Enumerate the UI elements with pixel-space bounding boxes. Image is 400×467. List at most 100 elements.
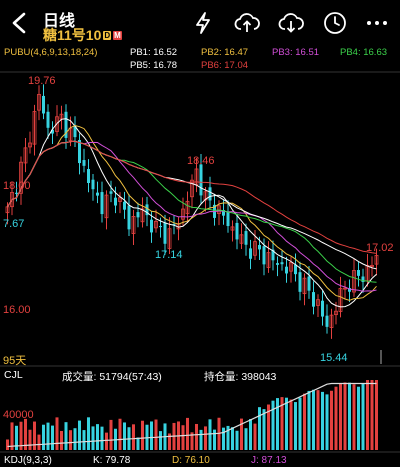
candle-body bbox=[226, 211, 230, 227]
candle-body bbox=[321, 300, 324, 317]
volume-bar bbox=[69, 430, 72, 450]
volume-bar bbox=[6, 439, 9, 450]
volume-bar bbox=[123, 422, 126, 450]
volume-bar bbox=[271, 400, 275, 450]
peak-price-label: 18.46 bbox=[187, 155, 215, 167]
volume-bar bbox=[78, 420, 81, 450]
last-price-label: 17.02 bbox=[366, 242, 394, 254]
candle-body bbox=[294, 264, 297, 275]
candle-body bbox=[114, 197, 117, 206]
volume-bar bbox=[285, 397, 288, 450]
volume-bar bbox=[343, 382, 347, 450]
volume-bar bbox=[28, 429, 32, 450]
kdj-k-value: K: 79.78 bbox=[93, 455, 131, 466]
volume-bar bbox=[366, 380, 369, 450]
candle-body bbox=[127, 205, 131, 230]
candle-body bbox=[87, 168, 90, 183]
pb6-value: PB6: 17.04 bbox=[201, 60, 249, 71]
candle-body bbox=[199, 164, 203, 196]
volume-bar bbox=[186, 417, 189, 450]
candle-body bbox=[280, 262, 284, 265]
volume-bar bbox=[150, 421, 153, 450]
volume-bar bbox=[204, 426, 207, 450]
candle-body bbox=[262, 246, 266, 265]
volume-bar bbox=[276, 398, 279, 450]
candle-body bbox=[82, 160, 86, 166]
high-price-label: 19.76 bbox=[28, 75, 56, 87]
pb1-value: PB1: 16.52 bbox=[130, 47, 178, 58]
moving-average-lines bbox=[7, 118, 377, 308]
volume-bar bbox=[141, 420, 144, 450]
candle-body bbox=[258, 244, 261, 250]
pb2-value: PB2: 16.47 bbox=[201, 47, 249, 58]
volume-bar bbox=[82, 430, 86, 450]
kdj-label: KDJ(9,3,3) bbox=[4, 455, 52, 466]
candle-body bbox=[159, 225, 162, 228]
candle-body bbox=[78, 139, 81, 164]
volume-bar bbox=[46, 422, 50, 450]
candle-body bbox=[42, 95, 45, 114]
volume-bar bbox=[249, 419, 252, 450]
kline-chart[interactable] bbox=[0, 0, 400, 467]
volume-bar bbox=[51, 425, 54, 450]
candle-body bbox=[285, 266, 288, 274]
volume-bar bbox=[258, 407, 261, 450]
pb5-value: PB5: 16.78 bbox=[130, 60, 178, 71]
volume-value: 成交量: 51794(57:43) bbox=[62, 371, 162, 383]
volume-bar bbox=[348, 382, 351, 450]
volume-bar bbox=[37, 434, 41, 450]
open-interest-value: 持仓量: 398043 bbox=[204, 371, 277, 383]
volume-bar bbox=[73, 428, 77, 450]
volume-bar bbox=[105, 432, 108, 450]
candle-body bbox=[163, 222, 167, 244]
volume-bar bbox=[339, 383, 342, 450]
volume-bar bbox=[361, 383, 365, 450]
candle-body bbox=[276, 263, 279, 265]
volume-bar bbox=[253, 423, 257, 450]
volume-bar bbox=[181, 425, 185, 450]
volume-bar bbox=[330, 390, 333, 450]
candle-body bbox=[91, 179, 95, 190]
days-count-label: 95天 bbox=[3, 355, 27, 367]
volume-bar bbox=[118, 418, 122, 450]
candle-body bbox=[123, 201, 126, 210]
volume-bar bbox=[87, 417, 90, 450]
volume-bar bbox=[334, 386, 338, 450]
pubu-indicator-label: PUBU(4,6,9,13,18,24) bbox=[4, 47, 98, 58]
pb4-value: PB4: 16.63 bbox=[340, 47, 388, 58]
ma-line-2 bbox=[7, 124, 377, 301]
volume-bar bbox=[109, 419, 113, 450]
price-level-18: 18.00 bbox=[3, 180, 31, 192]
volume-bar bbox=[222, 427, 225, 450]
candle-body bbox=[307, 276, 311, 291]
candle-body bbox=[298, 272, 302, 292]
volume-bar bbox=[321, 391, 324, 450]
volume-bar bbox=[64, 422, 68, 450]
volume-bar bbox=[213, 429, 216, 450]
volume-bar bbox=[298, 397, 302, 450]
volume-bar bbox=[357, 386, 360, 450]
mid-low-price-label: 17.14 bbox=[155, 249, 183, 261]
price-axis-16: 16.00 bbox=[3, 304, 31, 316]
volume-bar bbox=[154, 419, 158, 450]
volume-bar bbox=[375, 380, 378, 450]
volume-bar bbox=[33, 421, 36, 450]
price-level-767: 7.67 bbox=[3, 218, 25, 230]
candle-body bbox=[15, 192, 18, 194]
volume-bar bbox=[316, 390, 320, 450]
volume-bar bbox=[262, 409, 266, 450]
candle-body bbox=[244, 231, 248, 245]
volume-bar bbox=[159, 431, 162, 450]
volume-bar bbox=[208, 419, 212, 450]
volume-bar bbox=[91, 426, 95, 450]
volume-bar bbox=[96, 424, 99, 450]
volume-bar bbox=[244, 428, 248, 450]
volume-bar bbox=[60, 430, 63, 450]
candle-body bbox=[325, 315, 329, 327]
kdj-j-value: J: 87.13 bbox=[251, 455, 287, 466]
candle-body bbox=[46, 111, 50, 128]
volume-bar bbox=[307, 390, 311, 450]
volume-bar bbox=[132, 424, 135, 450]
volume-bar bbox=[370, 380, 374, 450]
volume-bars bbox=[6, 380, 378, 450]
